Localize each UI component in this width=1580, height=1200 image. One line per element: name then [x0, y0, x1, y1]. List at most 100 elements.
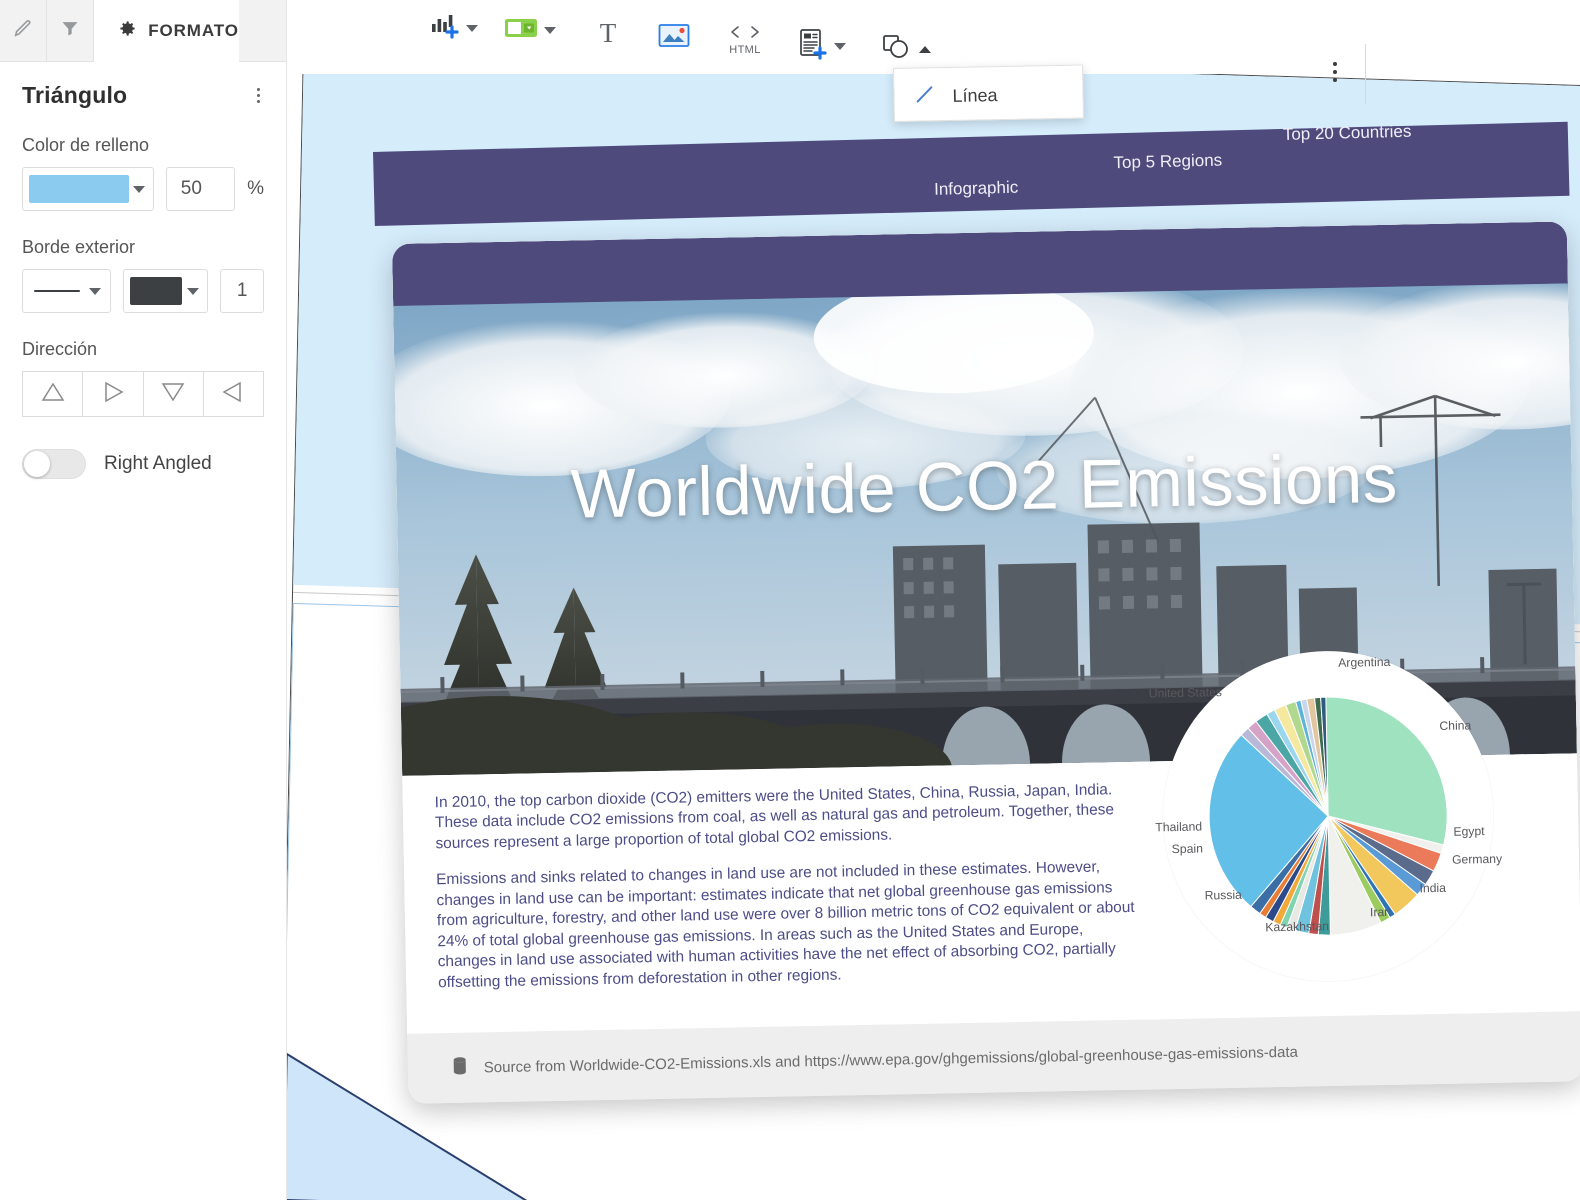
app-root: FORMATO Triángulo Color de relleno 50 % …	[0, 0, 1580, 1200]
code-icon	[725, 24, 765, 45]
image-icon	[658, 22, 690, 55]
direction-left-button[interactable]	[202, 371, 264, 417]
presentation-preview[interactable]: Infographic Top 5 Regions Top 20 Countri…	[373, 122, 1580, 1112]
pie-label-germany: Germany	[1451, 851, 1503, 867]
direction-right-button[interactable]	[82, 371, 144, 417]
slide-footer-text: Source from Worldwide-CO2-Emissions.xls …	[483, 1043, 1299, 1076]
percent-label: %	[247, 178, 264, 199]
border-width-input[interactable]: 1	[220, 269, 264, 313]
format-sidebar: FORMATO Triángulo Color de relleno 50 % …	[0, 0, 287, 1200]
shapes-icon	[881, 32, 913, 67]
direction-down-button[interactable]	[142, 371, 204, 417]
direction-up-button[interactable]	[22, 371, 84, 417]
direction-label: Dirección	[22, 339, 98, 359]
fill-color-label: Color de relleno	[22, 135, 150, 155]
gear-icon	[118, 19, 137, 43]
border-style-picker[interactable]	[22, 269, 112, 313]
toolbar-insert-document[interactable]	[778, 28, 859, 65]
border-width-value: 1	[236, 280, 248, 301]
chevron-down-icon	[89, 287, 102, 295]
text-icon: T	[593, 18, 623, 53]
filter-icon	[60, 18, 80, 43]
panel-title-row: Triángulo	[22, 82, 264, 109]
panel-overflow-menu-icon[interactable]	[253, 82, 264, 109]
html-caption: HTML	[729, 44, 761, 56]
dropdown-item-linea[interactable]: Línea	[894, 66, 1083, 126]
triangle-up-icon	[40, 380, 66, 409]
line-icon	[912, 82, 937, 111]
right-angled-label: Right Angled	[104, 453, 212, 474]
chevron-down-icon	[187, 287, 200, 295]
sidebar-tab-formato[interactable]: FORMATO	[94, 0, 239, 62]
border-row: 1	[22, 269, 264, 313]
chart-plus-icon	[430, 12, 460, 45]
pie-label-spain: Spain	[1171, 841, 1204, 857]
fill-color-swatch	[29, 175, 129, 203]
pie-label-india: India	[1419, 880, 1447, 896]
chevron-down-icon[interactable]	[834, 43, 846, 50]
triangle-left-icon	[220, 380, 246, 409]
pie-chart-svg	[1208, 696, 1448, 936]
triangle-down-icon	[160, 380, 186, 409]
line-style-icon	[34, 290, 80, 292]
fill-opacity-value: 50	[180, 178, 202, 199]
pie-chart[interactable]: Argentina China Egypt Germany India Iran…	[1149, 647, 1502, 985]
toolbar-insert-shape[interactable]	[859, 32, 944, 67]
sidebar-tab-filler	[238, 0, 286, 62]
deck-inner: Worldwide CO2 Emissions In 2010, the top…	[391, 221, 1580, 1034]
slide-canvas[interactable]: Infographic Top 5 Regions Top 20 Countri…	[287, 74, 1580, 1200]
chevron-down-icon	[132, 185, 145, 193]
sidebar-tab-filter[interactable]	[47, 0, 95, 62]
toolbar-insert-image[interactable]	[636, 22, 703, 55]
sidebar-tab-edit[interactable]	[0, 0, 48, 62]
deck-nav-top20countries[interactable]: Top 20 Countries	[1283, 122, 1412, 145]
pie-label-egypt: Egypt	[1453, 824, 1485, 839]
database-icon	[452, 1056, 468, 1079]
chevron-down-icon[interactable]	[544, 27, 556, 34]
sidebar-tab-formato-label: FORMATO	[148, 20, 239, 40]
table-green-icon	[504, 16, 538, 45]
toolbar-insert-table[interactable]	[491, 16, 569, 45]
toolbar-insert-chart[interactable]	[417, 12, 491, 45]
border-color-swatch	[130, 277, 183, 305]
direction-button-group	[22, 371, 264, 417]
pie-label-china: China	[1439, 718, 1472, 733]
pie-label-russia: Russia	[1204, 887, 1243, 903]
toolbar-insert-html[interactable]: HTML	[703, 24, 778, 56]
insert-toolbar: T HTML	[287, 0, 1580, 104]
pie-label-iran: Iran	[1369, 904, 1392, 920]
canvas-overflow-menu-icon[interactable]	[1333, 62, 1337, 82]
pie-label-united-states: United States	[1148, 685, 1223, 701]
slide-paragraph-2: Emissions and sinks related to changes i…	[436, 858, 1135, 992]
shape-dropdown-menu: Línea	[893, 64, 1084, 122]
chevron-up-icon[interactable]	[919, 46, 931, 53]
fill-opacity-input[interactable]: 50	[165, 167, 236, 211]
format-panel-body: Triángulo Color de relleno 50 % Borde ex…	[0, 62, 286, 479]
fill-color-row: 50 %	[22, 167, 264, 211]
pie-label-thailand: Thailand	[1155, 819, 1203, 835]
sidebar-tabbar: FORMATO	[0, 0, 286, 62]
document-plus-icon	[798, 28, 828, 65]
right-angled-toggle[interactable]	[22, 449, 86, 479]
dropdown-item-label: Línea	[952, 85, 998, 106]
border-color-picker[interactable]	[123, 269, 209, 313]
border-label: Borde exterior	[22, 237, 136, 257]
pencil-icon	[12, 17, 34, 44]
page-title: Triángulo	[22, 82, 128, 108]
slide-paragraph-1: In 2010, the top carbon dioxide (CO2) em…	[434, 781, 1115, 853]
chevron-down-icon[interactable]	[466, 25, 478, 32]
deck-card[interactable]: Worldwide CO2 Emissions In 2010, the top…	[391, 221, 1580, 1104]
pie-label-argentina: Argentina	[1338, 654, 1391, 670]
toolbar-items: T HTML	[417, 0, 944, 67]
toolbar-divider	[1365, 44, 1366, 104]
svg-text:T: T	[600, 18, 617, 48]
right-angled-row: Right Angled	[22, 449, 264, 479]
fill-color-picker[interactable]	[22, 167, 154, 211]
toolbar-insert-text[interactable]: T	[569, 18, 636, 53]
slide-body-text: In 2010, the top carbon dioxide (CO2) em…	[435, 780, 1139, 994]
deck-nav-top5regions[interactable]: Top 5 Regions	[1113, 151, 1222, 174]
toggle-knob	[24, 451, 50, 477]
triangle-right-icon	[100, 380, 126, 409]
pie-label-kazakhstan: Kazakhstan	[1265, 919, 1330, 935]
deck-nav-infographic[interactable]: Infographic	[934, 178, 1019, 200]
